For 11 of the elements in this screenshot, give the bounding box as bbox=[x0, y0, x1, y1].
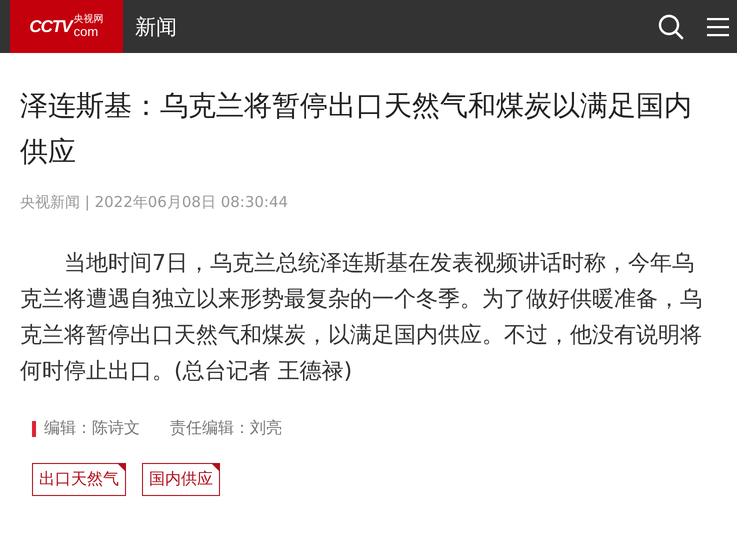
article-title: 泽连斯基：乌克兰将暂停出口天然气和煤炭以满足国内供应 bbox=[20, 88, 693, 170]
tag-link[interactable]: 出口天然气 bbox=[32, 463, 126, 496]
search-icon[interactable] bbox=[657, 12, 685, 40]
accent-bar bbox=[32, 420, 36, 436]
tag-link[interactable]: 国内供应 bbox=[142, 463, 220, 496]
article-paragraph: 当地时间7日，乌克兰总统泽连斯基在发表视频讲话时称，今年乌克兰将遭遇自独立以来形势最复杂的一个冬季。为了做好供暖准备，乌克兰将暂停出口天然气和煤炭，以满足国内供应。不过，他没有说明将何时停止出口。(总台记者 王德禄) bbox=[20, 250, 703, 386]
article-meta: 央视新闻 | 2022年06月08日 08:30:44 bbox=[20, 193, 290, 212]
editor-credit: 编辑：陈诗文 bbox=[44, 418, 140, 439]
editor-credit: 责任编辑：刘亮 bbox=[170, 418, 282, 439]
menu-icon[interactable] bbox=[707, 16, 729, 36]
section-title: 新闻 bbox=[135, 14, 177, 40]
